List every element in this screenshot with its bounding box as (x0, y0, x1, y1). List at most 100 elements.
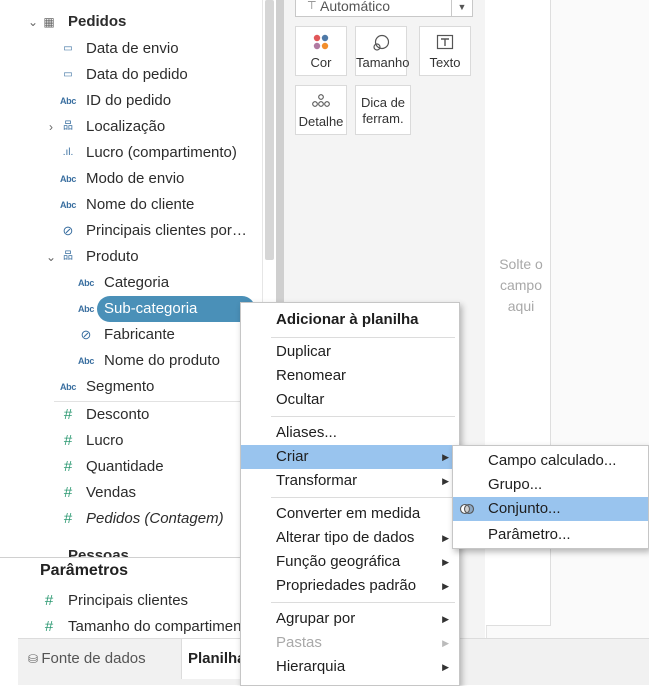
menu-item-label: Hierarquia (276, 658, 346, 675)
measure-quantidade[interactable]: # Quantidade (0, 454, 262, 480)
field-fabricante[interactable]: ⊘ Fabricante (0, 322, 262, 348)
menu-item-default-properties[interactable]: Propriedades padrão ▶ (241, 574, 459, 598)
menu-item-hierarchy[interactable]: Hierarquia ▶ (241, 655, 459, 679)
size-button[interactable]: Tamanho (355, 26, 410, 76)
field-categoria[interactable]: Abc Categoria (0, 270, 262, 296)
submenu-arrow-icon: ▶ (442, 662, 449, 672)
chevron-right-icon[interactable]: › (45, 114, 57, 140)
parameter-principais-clientes[interactable]: # Principais clientes (0, 588, 262, 614)
submenu-arrow-icon: ▶ (442, 614, 449, 624)
field-label: Nome do produto (104, 352, 220, 369)
menu-item-hide[interactable]: Ocultar (241, 388, 459, 412)
abc-icon: Abc (77, 278, 95, 288)
field-data-do-pedido[interactable]: ▭ Data do pedido (0, 62, 262, 88)
calendar-icon: ▭ (63, 69, 73, 80)
field-id-do-pedido[interactable]: Abc ID do pedido (0, 88, 262, 114)
measure-desconto[interactable]: # Desconto (0, 402, 262, 428)
menu-item-create[interactable]: Criar ▶ (241, 445, 459, 469)
menu-item-label: Parâmetro... (488, 526, 571, 543)
menu-item-label: Propriedades padrão (276, 577, 417, 594)
field-localizacao[interactable]: › 品 Localização (0, 114, 262, 140)
menu-item-add-to-sheet[interactable]: Adicionar à planilha (241, 308, 459, 332)
hierarchy-icon: 品 (63, 121, 73, 132)
field-sub-categoria[interactable]: Abc Sub-categoria (0, 296, 262, 322)
text-label: Texto (429, 55, 461, 70)
table-row-pessoas[interactable]: Pessoas (0, 543, 262, 557)
menu-item-label: Grupo... (488, 476, 543, 493)
field-segmento[interactable]: Abc Segmento (0, 374, 262, 400)
field-label: Principais clientes por… (86, 222, 247, 239)
menu-item-label: Duplicar (276, 343, 332, 360)
menu-item-geographic-role[interactable]: Função geográfica ▶ (241, 550, 459, 574)
detail-label: Detalhe (298, 114, 344, 129)
tooltip-button[interactable]: Dica de ferram. (355, 85, 411, 135)
menu-item-group-by[interactable]: Agrupar por ▶ (241, 607, 459, 631)
measure-lucro[interactable]: # Lucro (0, 428, 262, 454)
tab-data-source[interactable]: ⛁ Fonte de dados (18, 639, 178, 679)
menu-item-label: Adicionar à planilha (276, 311, 419, 328)
hash-icon: # (44, 618, 54, 635)
menu-item-label: Aliases... (276, 424, 337, 441)
abc-icon: Abc (59, 200, 77, 210)
measure-vendas[interactable]: # Vendas (0, 480, 262, 506)
field-produto[interactable]: ⌄ 品 Produto (0, 244, 262, 270)
menu-item-change-data-type[interactable]: Alterar tipo de dados ▶ (241, 526, 459, 550)
field-label: Segmento (86, 378, 155, 395)
field-label: Fabricante (104, 326, 175, 343)
parameter-tamanho-compartimento[interactable]: # Tamanho do compartimento (0, 614, 262, 640)
table-row-pedidos[interactable]: ⌄ ▦ Pedidos (0, 9, 262, 35)
calendar-icon: ▭ (63, 43, 73, 54)
menu-item-group[interactable]: Grupo... (453, 473, 648, 497)
data-pane-scroll-thumb[interactable] (265, 0, 274, 260)
menu-item-label: Campo calculado... (488, 452, 617, 469)
parameters-title: Parâmetros (40, 562, 129, 579)
hierarchy-icon: 品 (63, 251, 73, 262)
submenu-arrow-icon: ▶ (442, 452, 449, 462)
text-button[interactable]: Texto (419, 26, 471, 76)
field-label: Produto (86, 248, 139, 265)
chevron-down-icon[interactable]: ▼ (451, 0, 472, 16)
menu-separator (271, 497, 455, 498)
menu-item-transform[interactable]: Transformar ▶ (241, 469, 459, 493)
abc-icon: Abc (59, 174, 77, 184)
submenu-arrow-icon: ▶ (442, 533, 449, 543)
field-label: Nome do cliente (86, 196, 195, 213)
field-modo-de-envio[interactable]: Abc Modo de envio (0, 166, 262, 192)
abc-icon: Abc (59, 96, 77, 106)
chevron-down-icon[interactable]: ⌄ (45, 244, 57, 270)
field-label: Desconto (86, 406, 150, 423)
menu-item-label: Ocultar (276, 391, 325, 408)
mark-type-dropdown[interactable]: ⊤ Automático ▼ (295, 0, 473, 17)
menu-item-duplicate[interactable]: Duplicar (241, 340, 459, 364)
tooltip-label: Dica de ferram. (360, 95, 406, 126)
menu-separator (271, 602, 455, 603)
submenu-arrow-icon: ▶ (442, 638, 449, 648)
field-label: Pedidos (Contagem) (86, 510, 224, 527)
field-label: Quantidade (86, 458, 164, 475)
field-lucro-compartimento[interactable]: .ıl. Lucro (compartimento) (0, 140, 262, 166)
detail-icon (296, 92, 346, 112)
menu-item-parameter[interactable]: Parâmetro... (453, 523, 648, 547)
menu-item-set[interactable]: Conjunto... (453, 497, 648, 521)
submenu-arrow-icon: ▶ (442, 557, 449, 567)
menu-item-label: Agrupar por (276, 610, 356, 627)
field-data-de-envio[interactable]: ▭ Data de envio (0, 36, 262, 62)
field-nome-do-cliente[interactable]: Abc Nome do cliente (0, 192, 262, 218)
hash-icon: # (63, 406, 73, 423)
menu-item-rename[interactable]: Renomear (241, 364, 459, 388)
detail-button[interactable]: Detalhe (295, 85, 347, 135)
menu-separator (271, 416, 455, 417)
table-name: Pedidos (68, 13, 127, 30)
menu-item-aliases[interactable]: Aliases... (241, 421, 459, 445)
size-label: Tamanho (356, 55, 410, 70)
hash-icon: # (44, 592, 54, 609)
field-nome-do-produto[interactable]: Abc Nome do produto (0, 348, 262, 374)
field-principais-clientes[interactable]: ⊘ Principais clientes por… (0, 218, 262, 244)
menu-item-calculated-field[interactable]: Campo calculado... (453, 449, 648, 473)
bin-icon: .ıl. (62, 147, 74, 158)
measure-pedidos-contagem[interactable]: # Pedidos (Contagem) (0, 506, 262, 532)
color-button[interactable]: Cor (295, 26, 347, 76)
field-label: Sub-categoria (104, 300, 198, 317)
menu-item-convert-to-measure[interactable]: Converter em medida (241, 502, 459, 526)
tab-label: Planilha (188, 650, 246, 667)
